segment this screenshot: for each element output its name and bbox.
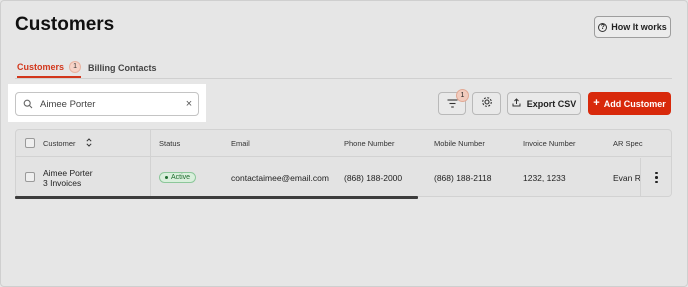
tab-customers-count: 1 xyxy=(69,61,82,73)
customers-table: Customer Status Email Phone Number Mobil… xyxy=(15,129,672,197)
sort-icon xyxy=(85,138,92,149)
customer-cell[interactable]: Aimee Porter 3 Invoices xyxy=(43,158,93,196)
gear-icon xyxy=(481,95,493,113)
status-label: Active xyxy=(171,174,191,181)
select-all-checkbox[interactable] xyxy=(25,138,35,148)
customer-name: Aimee Porter xyxy=(43,167,93,178)
invoice-cell: 1232, 1233 xyxy=(523,172,566,183)
row-checkbox[interactable] xyxy=(25,172,35,182)
tab-customers[interactable]: Customers 1 xyxy=(17,58,82,78)
table-header: Customer Status Email Phone Number Mobil… xyxy=(16,130,671,157)
phone-cell: (868) 188-2000 xyxy=(344,172,403,183)
column-header-phone: Phone Number xyxy=(344,139,395,148)
column-header-invoice: Invoice Number xyxy=(523,139,576,148)
search-icon xyxy=(16,99,40,109)
help-icon: ? xyxy=(598,22,608,32)
plus-icon: + xyxy=(593,97,600,109)
tab-customers-label: Customers xyxy=(17,62,65,72)
ar-spec-cell: Evan Ri xyxy=(613,172,643,183)
search-field[interactable]: × xyxy=(15,92,199,116)
mobile-cell: (868) 188-2118 xyxy=(434,172,492,183)
tab-billing-contacts[interactable]: Billing Contacts xyxy=(88,58,157,78)
page-title: Customers xyxy=(15,14,115,35)
status-dot-icon xyxy=(165,176,168,179)
how-it-works-label: How It works xyxy=(611,22,667,32)
column-header-status: Status xyxy=(159,139,181,148)
horizontal-scrollbar[interactable] xyxy=(15,196,418,199)
how-it-works-button[interactable]: ? How It works xyxy=(594,16,671,38)
status-badge: Active xyxy=(159,172,197,183)
export-csv-button[interactable]: Export CSV xyxy=(507,92,581,115)
upload-icon xyxy=(512,98,521,109)
customer-invoices: 3 Invoices xyxy=(43,177,82,188)
filter-count-badge: 1 xyxy=(456,89,469,102)
row-actions-menu-icon[interactable] xyxy=(640,158,671,196)
clear-search-icon[interactable]: × xyxy=(180,98,198,110)
column-header-customer[interactable]: Customer xyxy=(43,130,92,157)
column-header-mobile: Mobile Number xyxy=(434,139,485,148)
column-header-ar-spec: AR Spec xyxy=(613,139,643,148)
settings-button[interactable] xyxy=(472,92,501,115)
search-input[interactable] xyxy=(40,94,180,114)
tab-billing-contacts-label: Billing Contacts xyxy=(88,63,157,73)
column-header-customer-label: Customer xyxy=(43,139,76,148)
status-cell: Active xyxy=(159,158,197,196)
add-customer-button[interactable]: + Add Customer xyxy=(588,92,671,115)
column-divider xyxy=(150,130,151,196)
column-header-email: Email xyxy=(231,139,250,148)
tab-bar: Customers 1 Billing Contacts xyxy=(15,55,672,79)
add-customer-label: Add Customer xyxy=(603,98,666,109)
email-cell: contactaimee@email.com xyxy=(231,172,329,183)
export-csv-label: Export CSV xyxy=(526,98,577,109)
